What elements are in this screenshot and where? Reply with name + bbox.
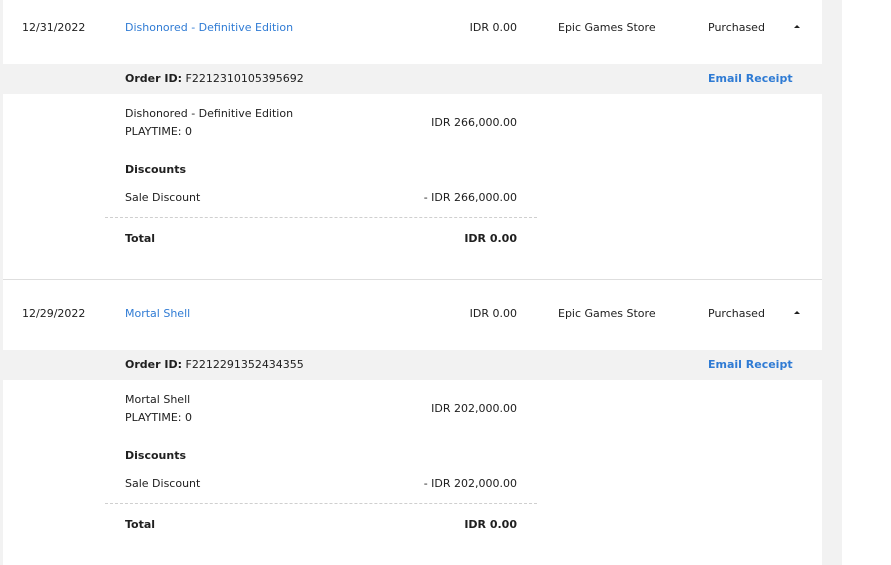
item-price: IDR 202,000.00 — [431, 402, 517, 415]
discount-amount: - IDR 266,000.00 — [423, 191, 517, 204]
store-name: Epic Games Store — [558, 307, 656, 320]
discount-amount: - IDR 202,000.00 — [423, 477, 517, 490]
transaction-divider — [3, 279, 822, 280]
caret-up-icon — [794, 310, 800, 314]
item-name: Mortal Shell — [125, 393, 191, 406]
discount-name: Sale Discount — [125, 477, 201, 490]
total-label: Total — [125, 232, 156, 245]
transaction-status: Purchased — [708, 307, 765, 320]
order-id: Order ID: F2212291352434355 — [125, 358, 304, 371]
transaction-summary-row[interactable]: 12/31/2022 Dishonored - Definitive Editi… — [3, 0, 822, 64]
item-playtime: PLAYTIME: 0 — [125, 125, 193, 138]
order-id-label: Order ID: — [125, 358, 182, 371]
collapse-toggle-button[interactable] — [789, 18, 805, 34]
order-id-value: F2212310105395692 — [185, 72, 304, 85]
store-name: Epic Games Store — [558, 21, 656, 34]
transaction-date: 12/29/2022 — [22, 307, 86, 320]
order-id-label: Order ID: — [125, 72, 182, 85]
game-title-link[interactable]: Mortal Shell — [125, 307, 190, 320]
discounts-heading: Discounts — [125, 449, 186, 462]
transaction-entry: 12/31/2022 Dishonored - Definitive Editi… — [3, 0, 822, 279]
order-bar: Order ID: F2212291352434355 Email Receip… — [3, 350, 822, 380]
email-receipt-link[interactable]: Email Receipt — [708, 72, 793, 85]
transaction-summary-row[interactable]: 12/29/2022 Mortal Shell IDR 0.00 Epic Ga… — [3, 286, 822, 350]
transactions-panel: 12/31/2022 Dishonored - Definitive Editi… — [3, 0, 822, 565]
email-receipt-link[interactable]: Email Receipt — [708, 358, 793, 371]
item-name: Dishonored - Definitive Edition — [125, 107, 294, 120]
order-details: Mortal Shell PLAYTIME: 0 IDR 202,000.00 … — [3, 380, 822, 565]
transaction-entry: 12/29/2022 Mortal Shell IDR 0.00 Epic Ga… — [3, 286, 822, 565]
item-playtime: PLAYTIME: 0 — [125, 411, 193, 424]
collapse-toggle-button[interactable] — [789, 304, 805, 320]
transaction-price: IDR 0.00 — [469, 21, 517, 34]
dashed-divider — [105, 503, 537, 504]
caret-up-icon — [794, 24, 800, 28]
scroll-gutter — [822, 0, 842, 565]
page-margin — [842, 0, 891, 565]
discount-name: Sale Discount — [125, 191, 201, 204]
discounts-heading: Discounts — [125, 163, 186, 176]
total-amount: IDR 0.00 — [464, 232, 517, 245]
order-id-value: F2212291352434355 — [185, 358, 304, 371]
total-label: Total — [125, 518, 156, 531]
total-amount: IDR 0.00 — [464, 518, 517, 531]
item-price: IDR 266,000.00 — [431, 116, 517, 129]
order-bar: Order ID: F2212310105395692 Email Receip… — [3, 64, 822, 94]
order-details: Dishonored - Definitive Edition PLAYTIME… — [3, 94, 822, 279]
transaction-price: IDR 0.00 — [469, 307, 517, 320]
order-id: Order ID: F2212310105395692 — [125, 72, 304, 85]
transaction-status: Purchased — [708, 21, 765, 34]
game-title-link[interactable]: Dishonored - Definitive Edition — [125, 21, 293, 34]
dashed-divider — [105, 217, 537, 218]
transaction-date: 12/31/2022 — [22, 21, 86, 34]
